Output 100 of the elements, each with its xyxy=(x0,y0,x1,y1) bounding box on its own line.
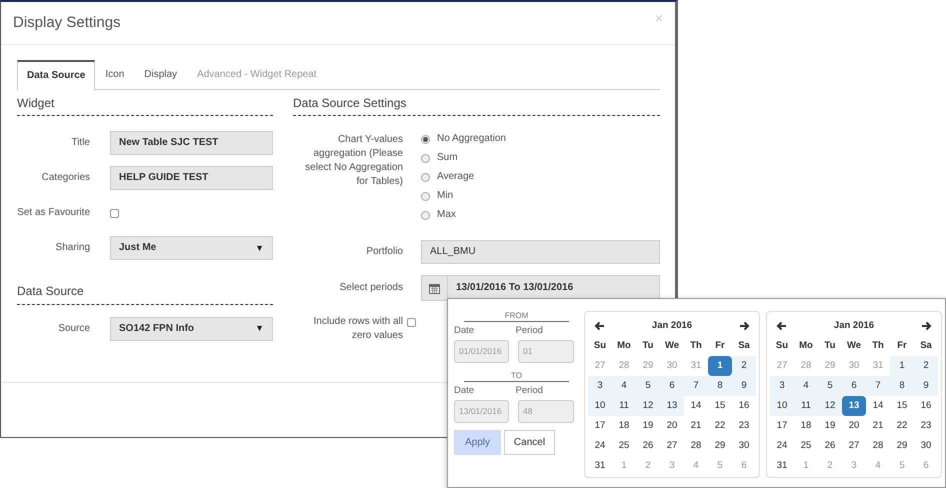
apply-button[interactable]: Apply xyxy=(454,430,501,455)
caret-icon: ▼ xyxy=(255,323,264,334)
calendar-day[interactable]: 24 xyxy=(770,436,794,456)
calendar-day[interactable]: 3 xyxy=(770,376,794,396)
calendar-day[interactable]: 23 xyxy=(914,416,938,436)
calendar-day[interactable]: 12 xyxy=(818,396,842,416)
calendar-day[interactable]: 6 xyxy=(660,376,684,396)
calendar-day[interactable]: 3 xyxy=(588,376,612,396)
calendar-day[interactable]: 26 xyxy=(818,436,842,456)
calendar-day[interactable]: 5 xyxy=(636,376,660,396)
calendar-day[interactable]: 16 xyxy=(914,396,938,416)
calendar-day[interactable]: 17 xyxy=(770,416,794,436)
date-range-field[interactable]: 13/01/2016 To 13/01/2016 xyxy=(421,275,660,302)
option-label: Average xyxy=(437,171,474,184)
weekday-label: Su xyxy=(592,339,608,354)
radio-button[interactable] xyxy=(421,172,430,182)
calendar-day[interactable]: 2 xyxy=(914,356,938,376)
calendar-day[interactable]: 8 xyxy=(890,376,914,396)
calendar-day[interactable]: 28 xyxy=(684,436,708,456)
radio-button[interactable] xyxy=(421,210,430,220)
calendar-day[interactable]: 8 xyxy=(708,376,732,396)
field-label: Portfolio xyxy=(365,246,403,258)
calendar-day[interactable]: 26 xyxy=(636,436,660,456)
calendar-day[interactable]: 12 xyxy=(636,396,660,416)
calendar-day[interactable]: 17 xyxy=(588,416,612,436)
calendar-day[interactable]: 27 xyxy=(842,436,866,456)
calendar-day[interactable]: 22 xyxy=(890,416,914,436)
calendar-day[interactable]: 9 xyxy=(732,376,756,396)
option-label: Min xyxy=(437,190,454,202)
calendar-day[interactable]: 14 xyxy=(866,396,890,416)
calendar-day[interactable]: 15 xyxy=(708,396,732,416)
calendar-day[interactable]: 31 xyxy=(770,456,794,476)
calendar-day[interactable]: 11 xyxy=(612,396,636,416)
calendar-day[interactable]: 7 xyxy=(684,376,708,396)
calendar-day[interactable]: 1 xyxy=(890,356,914,376)
text-field[interactable]: New Table SJC TEST xyxy=(110,131,273,156)
calendar-day[interactable]: 4 xyxy=(612,376,636,396)
calendar-day[interactable]: 5 xyxy=(818,376,842,396)
calendar-day[interactable]: 29 xyxy=(890,436,914,456)
tab[interactable]: Data Source xyxy=(17,60,96,91)
calendar-day[interactable]: 20 xyxy=(842,416,866,436)
calendar-day[interactable]: 11 xyxy=(794,396,818,416)
radio-button[interactable] xyxy=(421,154,430,163)
tab[interactable]: Display xyxy=(134,60,188,90)
text-field[interactable]: HELP GUIDE TEST xyxy=(110,166,273,190)
calendar-day[interactable]: 9 xyxy=(914,376,938,396)
calendar-day[interactable]: 2 xyxy=(732,356,756,376)
calendar-day[interactable]: 19 xyxy=(636,416,660,436)
calendar-day[interactable]: 10 xyxy=(770,396,794,416)
field-label: Categories xyxy=(40,172,90,184)
option-label: No Aggregation xyxy=(437,133,506,146)
calendar-day[interactable]: 25 xyxy=(612,436,636,456)
weekday-label: Th xyxy=(689,339,703,354)
portfolio-field[interactable]: ALL_BMU xyxy=(421,240,660,264)
weekday-label: Tu xyxy=(642,339,654,354)
calendar-day[interactable]: 31 xyxy=(588,456,612,476)
calendar-day[interactable]: 25 xyxy=(794,436,818,456)
field-label: Date xyxy=(454,384,476,396)
weekday-label: Mo xyxy=(798,339,814,354)
calendar-day[interactable]: 28 xyxy=(866,436,890,456)
calendar-day[interactable]: 10 xyxy=(588,396,612,416)
calendar-day[interactable]: 30 xyxy=(914,436,938,456)
calendar-day[interactable]: 21 xyxy=(684,416,708,436)
calendar-day[interactable]: 27 xyxy=(660,436,684,456)
calendar-day[interactable]: 24 xyxy=(588,436,612,456)
calendar-day[interactable]: 23 xyxy=(732,416,756,436)
calendar-day[interactable]: 22 xyxy=(708,416,732,436)
tab[interactable]: Icon xyxy=(95,60,134,90)
calendar-day[interactable]: 4 xyxy=(794,376,818,396)
calendar-day[interactable]: 18 xyxy=(794,416,818,436)
calendar-day[interactable]: 16 xyxy=(732,396,756,416)
select-field[interactable]: SO142 FPN Info ▼ xyxy=(110,316,273,341)
calendar-day[interactable]: 20 xyxy=(660,416,684,436)
select-field[interactable]: Just Me ▼ xyxy=(110,236,273,260)
section-heading: Widget xyxy=(17,96,273,116)
calendar-day[interactable]: 13 xyxy=(842,396,866,416)
previous-arrow-icon[interactable] xyxy=(776,321,787,331)
calendar-day[interactable]: 19 xyxy=(818,416,842,436)
checkbox[interactable] xyxy=(407,318,416,328)
weekday-label: Fr xyxy=(896,339,908,354)
calendar-day[interactable]: 15 xyxy=(890,396,914,416)
calendar-day[interactable]: 13 xyxy=(660,396,684,416)
calendar-day[interactable]: 14 xyxy=(684,396,708,416)
calendar-day[interactable]: 29 xyxy=(708,436,732,456)
cancel-button[interactable]: Cancel xyxy=(504,430,555,455)
field-label: Period xyxy=(516,384,544,396)
calendar-day[interactable]: 30 xyxy=(732,436,756,456)
calendar-day[interactable]: 6 xyxy=(842,376,866,396)
radio-button[interactable] xyxy=(421,192,430,201)
calendar-day[interactable]: 18 xyxy=(612,416,636,436)
calendar-day[interactable]: 21 xyxy=(866,416,890,436)
field-label: Include rows with all zero values xyxy=(312,315,403,344)
next-arrow-icon[interactable] xyxy=(739,321,750,331)
checkbox[interactable] xyxy=(110,208,119,218)
calendar-day[interactable]: 7 xyxy=(866,376,890,396)
calendar-day[interactable]: 1 xyxy=(708,356,732,376)
next-arrow-icon[interactable] xyxy=(921,321,932,331)
radio-button[interactable] xyxy=(421,134,430,144)
weekday-label: Fr xyxy=(714,339,726,354)
previous-arrow-icon[interactable] xyxy=(594,321,605,331)
